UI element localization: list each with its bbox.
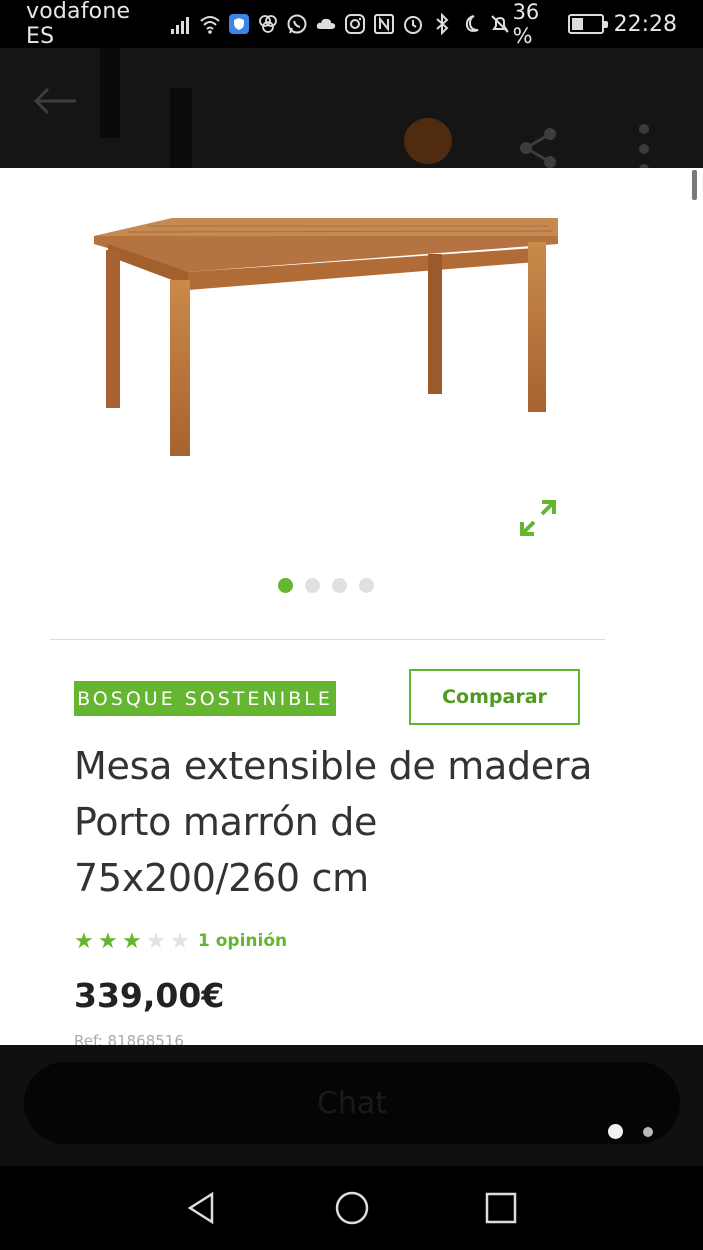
shield-app-icon (228, 13, 250, 35)
home-nav-icon[interactable] (332, 1188, 372, 1228)
battery-fill (572, 18, 583, 30)
carrier-label: vodafone ES (26, 0, 131, 49)
product-detail: BOSQUE SOSTENIBLE Comparar Mesa extensib… (0, 168, 703, 1045)
whatsapp-icon (286, 13, 308, 35)
reviews-link[interactable]: 1 opinión (198, 931, 287, 951)
app-bar-shadow (170, 88, 192, 168)
chat-button[interactable]: Chat (24, 1062, 680, 1144)
bluetooth-icon (431, 13, 453, 35)
product-image-wooden-table[interactable] (88, 214, 568, 464)
product-reference: Ref: 81868516 (74, 1032, 184, 1045)
app-bar-shadow (100, 48, 120, 138)
moon-icon (460, 13, 482, 35)
instagram-icon (344, 13, 366, 35)
price: 339,00€ (74, 976, 225, 1015)
carousel-dot[interactable] (359, 578, 374, 593)
page-dot (608, 1124, 623, 1139)
star-icon: ★ (98, 928, 118, 953)
battery-icon (568, 14, 608, 34)
share-icon[interactable] (516, 126, 560, 170)
image-carousel-dots (278, 578, 374, 593)
status-bar: vodafone ES 36 % 22:28 (0, 0, 703, 49)
page-indicator (608, 1124, 653, 1139)
star-rating: ★ ★ ★ ★ ★ (74, 930, 194, 952)
screen: vodafone ES 36 % 22:28 BOSQUE SOSTENIBLE… (0, 0, 703, 1250)
star-icon: ★ (146, 928, 166, 953)
recents-nav-icon[interactable] (481, 1188, 521, 1228)
alarm-icon (402, 13, 424, 35)
navigation-bar (0, 1166, 703, 1250)
status-icons (170, 13, 511, 35)
carousel-dot[interactable] (305, 578, 320, 593)
battery-percent: 36 % (512, 0, 540, 48)
rating[interactable]: ★ ★ ★ ★ ★ 1 opinión (74, 930, 287, 952)
cloud-icon (315, 13, 337, 35)
app-bar (0, 48, 703, 174)
nfc-icon (373, 13, 395, 35)
sustainable-forest-badge: BOSQUE SOSTENIBLE (74, 681, 336, 716)
bottom-overlay: Chat (0, 1045, 703, 1166)
clover-icon (257, 13, 279, 35)
expand-icon[interactable] (518, 498, 558, 538)
page-dot (643, 1126, 653, 1137)
clock: 22:28 (613, 11, 677, 37)
cart-icon[interactable] (404, 118, 452, 164)
divider (50, 639, 605, 640)
back-arrow-icon[interactable] (32, 86, 78, 116)
star-icon: ★ (74, 928, 94, 953)
carousel-dot[interactable] (332, 578, 347, 593)
scrollbar[interactable] (692, 170, 697, 200)
star-icon: ★ (170, 928, 190, 953)
carousel-dot[interactable] (278, 578, 293, 593)
product-title: Mesa extensible de madera Porto marrón d… (74, 744, 593, 900)
compare-button[interactable]: Comparar (409, 669, 580, 725)
more-vert-icon[interactable] (636, 118, 652, 174)
wifi-icon (199, 13, 221, 35)
signal-icon (170, 13, 192, 35)
mute-icon (489, 13, 511, 35)
star-icon: ★ (122, 928, 142, 953)
back-nav-icon[interactable] (182, 1188, 222, 1228)
